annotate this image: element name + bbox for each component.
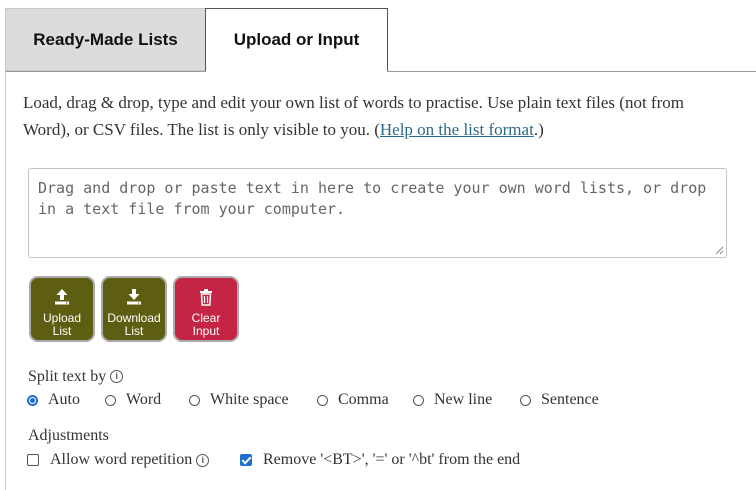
radio-word[interactable]: Word xyxy=(105,391,161,409)
radio-white-space[interactable]: White space xyxy=(189,391,289,409)
info-icon[interactable]: i xyxy=(196,453,210,467)
radio-dot[interactable] xyxy=(105,394,116,406)
radio-label: White space xyxy=(210,391,289,408)
adjustment-options: Allow word repetition i Remove '<BT>', '=… xyxy=(27,451,727,473)
resize-grip-icon[interactable] xyxy=(715,246,724,255)
help-list-format-link[interactable]: Help on the list format xyxy=(380,120,534,139)
radio-dot[interactable] xyxy=(520,394,531,406)
download-icon xyxy=(127,289,141,305)
radio-label: Word xyxy=(126,391,162,408)
upload-icon xyxy=(55,289,69,305)
info-icon[interactable]: i xyxy=(110,370,124,383)
radio-auto[interactable]: Auto xyxy=(27,391,80,409)
download-label-2: List xyxy=(124,324,144,338)
radio-comma[interactable]: Comma xyxy=(317,391,389,409)
radio-dot[interactable] xyxy=(317,394,328,406)
trash-icon xyxy=(200,289,212,306)
checkbox-checked[interactable] xyxy=(240,454,252,466)
checkbox-label: Allow word repetition xyxy=(50,451,193,468)
upload-label-2: List xyxy=(52,324,72,338)
radio-sentence[interactable]: Sentence xyxy=(520,391,599,409)
tab-bar: Ready-Made Lists Upload or Input xyxy=(5,8,756,72)
remove-bt-checkbox[interactable]: Remove '<BT>', '=' or '^bt' from the end xyxy=(240,451,520,469)
checkbox-label: Remove '<BT>', '=' or '^bt' from the end xyxy=(263,451,521,468)
radio-label: Auto xyxy=(48,391,80,408)
radio-label: Comma xyxy=(338,391,389,408)
textarea-placeholder: Drag and drop or paste text in here to c… xyxy=(38,179,707,218)
intro-text-end: .) xyxy=(533,120,544,139)
tab-ready-made-lists[interactable]: Ready-Made Lists xyxy=(5,8,205,71)
radio-dot[interactable] xyxy=(27,394,38,406)
radio-label: New line xyxy=(434,391,493,408)
radio-dot[interactable] xyxy=(413,394,424,406)
intro-text: Load, drag & drop, type and edit your ow… xyxy=(23,89,713,143)
radio-dot[interactable] xyxy=(189,394,200,406)
adjustments-heading: Adjustments xyxy=(28,427,109,444)
allow-word-repetition-checkbox[interactable]: Allow word repetition i xyxy=(27,451,210,469)
download-list-button[interactable]: Download List xyxy=(101,276,167,342)
clear-input-button[interactable]: Clear Input xyxy=(173,276,239,342)
upload-list-button[interactable]: Upload List xyxy=(29,276,95,342)
radio-new-line[interactable]: New line xyxy=(413,391,492,409)
intro-text-part: Load, drag & drop, type and edit your ow… xyxy=(23,93,684,139)
radio-label: Sentence xyxy=(541,391,599,408)
checkbox[interactable] xyxy=(27,454,39,466)
split-text-heading: Split text by i xyxy=(28,368,124,386)
tab-upload-or-input[interactable]: Upload or Input xyxy=(205,8,388,72)
split-text-label: Split text by xyxy=(28,368,107,385)
clear-label-2: Input xyxy=(192,324,220,338)
word-list-textarea[interactable]: Drag and drop or paste text in here to c… xyxy=(28,168,727,258)
